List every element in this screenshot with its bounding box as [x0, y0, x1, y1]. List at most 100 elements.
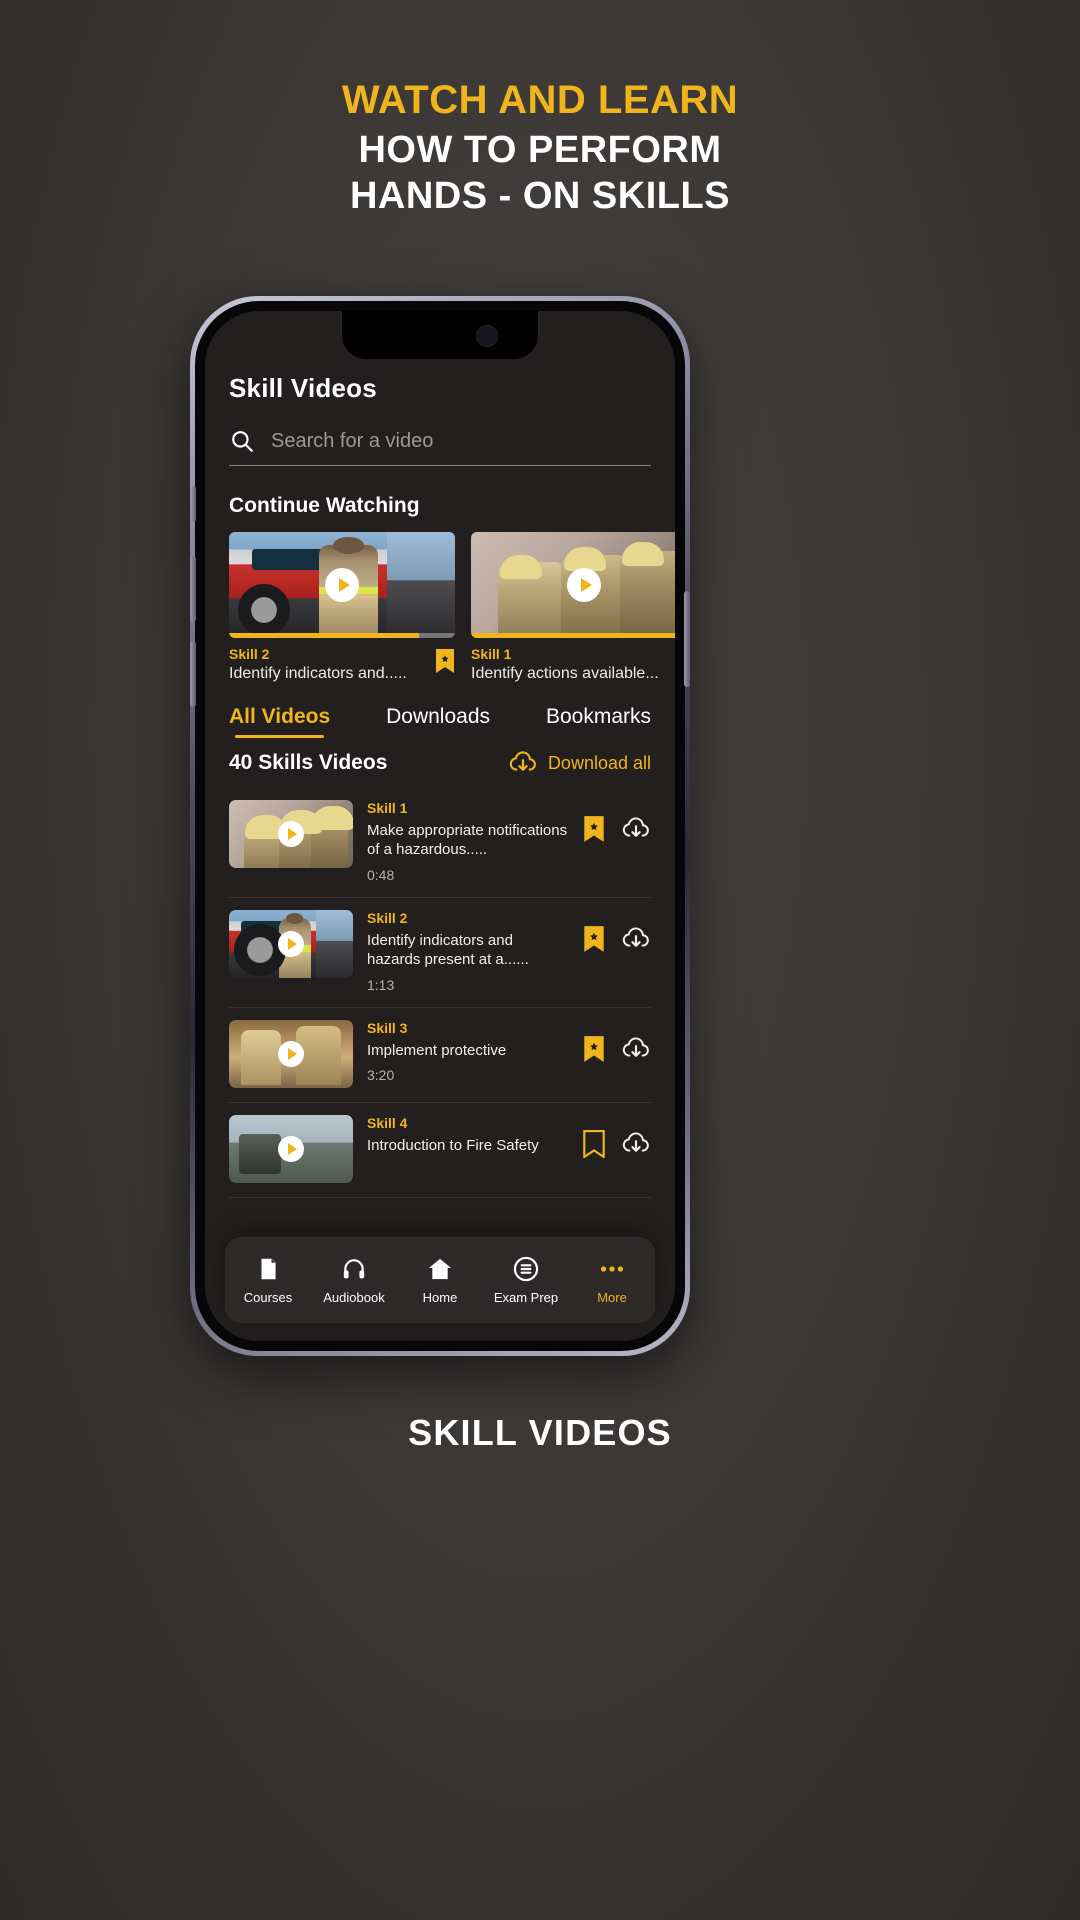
video-list-item[interactable]: Skill 4 Introduction to Fire Safety [229, 1103, 651, 1198]
video-thumbnail[interactable] [229, 909, 353, 978]
bookmark-icon[interactable] [583, 1129, 605, 1158]
continue-watching-row: Skill 2 Identify indicators and..... Ski… [229, 532, 675, 683]
bottom-navigation-bar: Courses Audiobook Home Exam Prep More [225, 1237, 655, 1323]
volume-up-button[interactable] [190, 556, 196, 622]
cloud-download-icon[interactable] [621, 1129, 651, 1159]
play-icon[interactable] [278, 930, 304, 957]
progress-track [471, 633, 675, 638]
video-description: Make appropriate notifications of a haza… [367, 822, 568, 858]
download-all-label: Download all [547, 752, 651, 773]
nav-item-audiobook[interactable]: Audiobook [318, 1256, 390, 1305]
video-actions [583, 1115, 651, 1159]
video-skill-label: Skill 2 [367, 909, 408, 926]
cloud-download-icon[interactable] [621, 1034, 651, 1064]
promo-headline: WATCH AND LEARN HOW TO PERFORM HANDS - O… [0, 76, 1080, 220]
app-container: Skill Videos Continue Watching [205, 311, 675, 1341]
ellipsis-icon [600, 1265, 624, 1272]
bookmark-icon[interactable] [435, 648, 455, 674]
continue-watching-meta: Skill 2 Identify indicators and..... [229, 646, 455, 683]
video-info: Skill 1 Make appropriate notifications o… [367, 800, 569, 883]
video-actions [583, 910, 651, 954]
video-skill-label: Skill 3 [367, 1019, 408, 1036]
video-description: Implement protective [367, 1041, 507, 1059]
video-info: Skill 3 Implement protective 3:20 [367, 1020, 569, 1084]
video-actions [583, 1020, 651, 1064]
download-all-button[interactable]: Download all [508, 748, 651, 778]
front-camera-icon [476, 325, 498, 347]
video-description: Identify indicators and..... [229, 665, 407, 682]
continue-watching-card[interactable]: Skill 1 Identify actions available... [471, 532, 675, 683]
tab-downloads[interactable]: Downloads [386, 705, 490, 738]
bookmark-icon[interactable] [583, 815, 605, 843]
nav-item-exam-prep[interactable]: Exam Prep [490, 1256, 562, 1305]
play-icon[interactable] [278, 1135, 304, 1162]
list-icon [513, 1256, 539, 1281]
video-skill-label: Skill 4 [367, 1114, 408, 1131]
video-info: Skill 4 Introduction to Fire Safety [367, 1115, 569, 1156]
promo-line-2: HOW TO PERFORM [358, 128, 722, 171]
nav-item-courses[interactable]: Courses [232, 1256, 304, 1305]
play-icon[interactable] [278, 821, 304, 847]
nav-label: Exam Prep [493, 1289, 559, 1305]
cloud-download-icon[interactable] [621, 814, 651, 844]
cloud-download-icon[interactable] [621, 924, 651, 954]
video-skill-label: Skill 2 [229, 646, 270, 662]
search-bar[interactable] [229, 428, 651, 466]
video-list-item[interactable]: Skill 1 Make appropriate notifications o… [229, 788, 651, 898]
nav-label: More [597, 1289, 627, 1305]
tab-all-videos[interactable]: All Videos [229, 705, 330, 738]
bookmark-icon[interactable] [583, 925, 605, 953]
video-list-header: 40 Skills Videos Download all [229, 748, 651, 778]
play-icon[interactable] [567, 568, 601, 602]
phone-mockup: Skill Videos Continue Watching [190, 296, 690, 1356]
book-icon [261, 1258, 276, 1279]
progress-fill [229, 633, 419, 638]
headphones-icon [343, 1258, 365, 1278]
video-thumbnail[interactable] [229, 1019, 353, 1088]
phone-bezel: Skill Videos Continue Watching [190, 301, 690, 1351]
video-info: Skill 2 Identify indicators and hazards … [367, 910, 569, 993]
video-description: Identify actions available... [471, 665, 659, 682]
video-skill-label: Skill 1 [471, 646, 512, 662]
video-duration: 1:13 [367, 976, 395, 993]
video-count-label: 40 Skills Videos [229, 751, 388, 774]
mute-switch[interactable] [191, 486, 196, 522]
video-filter-tabs: All Videos Downloads Bookmarks [229, 705, 651, 738]
progress-track [229, 633, 455, 638]
play-icon[interactable] [325, 568, 359, 602]
page-caption: SKILL VIDEOS [408, 1412, 672, 1453]
video-description: Identify indicators and hazards present … [367, 931, 529, 968]
search-input[interactable] [271, 429, 651, 453]
video-thumbnail[interactable] [471, 532, 675, 638]
play-icon[interactable] [278, 1040, 304, 1067]
search-icon [232, 431, 253, 452]
promo-line-1: WATCH AND LEARN [341, 78, 739, 122]
nav-label: Courses [243, 1289, 293, 1305]
notch [342, 311, 538, 359]
video-thumbnail[interactable] [229, 800, 353, 868]
continue-watching-heading: Continue Watching [229, 494, 420, 517]
video-list-item[interactable]: Skill 3 Implement protective 3:20 [229, 1008, 651, 1103]
home-icon [428, 1258, 452, 1279]
cloud-download-icon [509, 751, 536, 771]
nav-item-home[interactable]: Home [404, 1256, 476, 1305]
video-description: Introduction to Fire Safety [367, 1136, 539, 1154]
video-thumbnail[interactable] [229, 1114, 353, 1183]
promo-line-3: HANDS - ON SKILLS [349, 175, 731, 218]
power-button[interactable] [684, 591, 690, 687]
tab-bookmarks[interactable]: Bookmarks [546, 705, 651, 738]
nav-label: Audiobook [323, 1289, 385, 1305]
bookmark-icon[interactable] [583, 1035, 605, 1063]
video-actions [583, 800, 651, 844]
page-title: Skill Videos [229, 373, 377, 403]
nav-item-more[interactable]: More [576, 1256, 648, 1305]
continue-watching-card[interactable]: Skill 2 Identify indicators and..... [229, 532, 455, 683]
video-skill-label: Skill 1 [367, 800, 408, 816]
video-duration: 3:20 [367, 1067, 395, 1084]
video-thumbnail[interactable] [229, 532, 455, 638]
phone-screen: Skill Videos Continue Watching [205, 311, 675, 1341]
video-list-item[interactable]: Skill 2 Identify indicators and hazards … [229, 898, 651, 1008]
nav-label: Home [422, 1289, 458, 1305]
continue-watching-meta: Skill 1 Identify actions available... [471, 646, 675, 683]
volume-down-button[interactable] [190, 641, 196, 707]
